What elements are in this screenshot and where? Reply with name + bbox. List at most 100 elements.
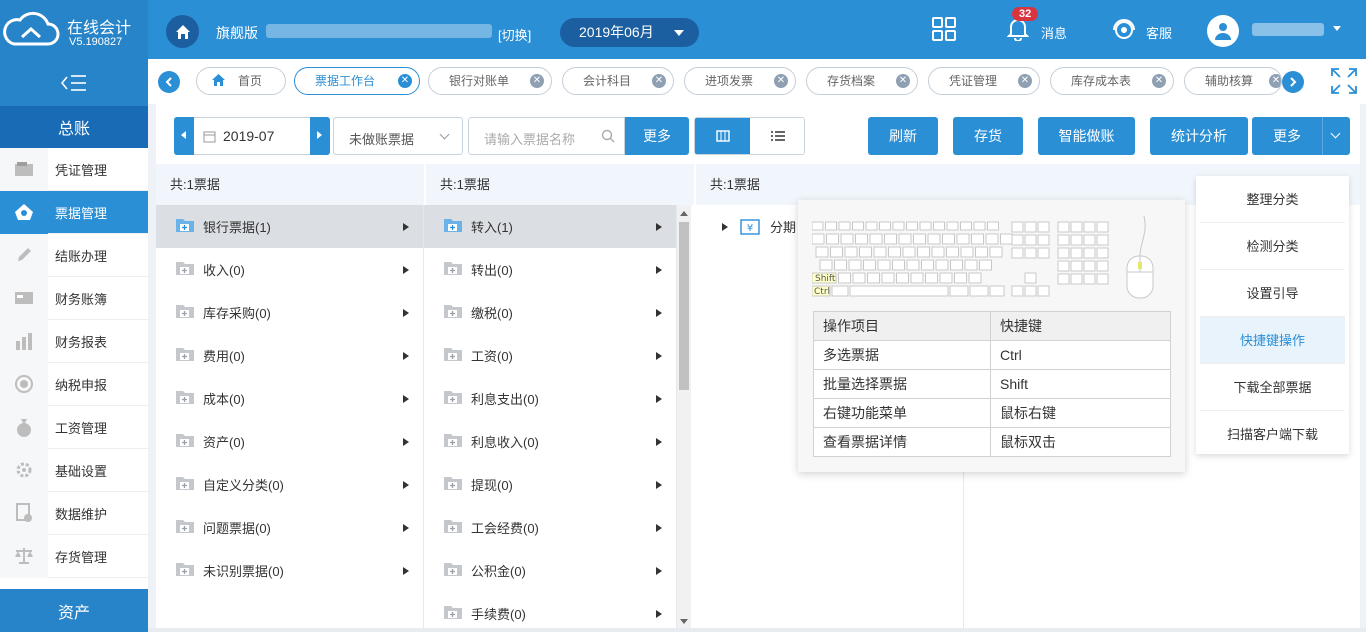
- tab-inventory-archive[interactable]: 存货档案 ✕: [806, 67, 918, 95]
- expand-arrow-icon[interactable]: [656, 438, 662, 446]
- sidebar-collapse-button[interactable]: [0, 59, 148, 106]
- category-item[interactable]: 提现(0): [424, 463, 676, 506]
- tab-auxiliary[interactable]: 辅助核算 ✕: [1184, 67, 1282, 95]
- expand-arrow-icon[interactable]: [656, 352, 662, 360]
- installment-tree-node[interactable]: ¥ 分期: [722, 217, 796, 236]
- category-item[interactable]: 利息支出(0): [424, 377, 676, 420]
- expand-arrow-icon[interactable]: [403, 567, 409, 575]
- menu-item-scan-client[interactable]: 扫描客户端下载: [1200, 411, 1345, 458]
- close-icon[interactable]: ✕: [1152, 74, 1166, 88]
- period-selector[interactable]: 2019年06月: [560, 18, 699, 47]
- category-item[interactable]: 缴税(0): [424, 291, 676, 334]
- expand-arrow-icon[interactable]: [403, 395, 409, 403]
- smart-bookkeeping-button[interactable]: 智能做账: [1038, 117, 1135, 155]
- category-item[interactable]: 问题票据(0): [156, 506, 423, 549]
- menu-item-download-all[interactable]: 下载全部票据: [1200, 364, 1345, 411]
- scroll-up-arrow-icon[interactable]: [680, 211, 688, 216]
- tab-voucher-management[interactable]: 凭证管理 ✕: [928, 67, 1040, 95]
- sidebar-item-settings[interactable]: 基础设置: [0, 448, 148, 492]
- sidebar-section-assets[interactable]: 资产: [0, 589, 148, 632]
- scroll-down-arrow-icon[interactable]: [680, 619, 688, 624]
- tab-accounts[interactable]: 会计科目 ✕: [562, 67, 674, 95]
- expand-arrow-icon[interactable]: [403, 266, 409, 274]
- user-menu-caret-icon[interactable]: [1333, 26, 1341, 31]
- category-item[interactable]: 未识别票据(0): [156, 549, 423, 592]
- sidebar-item-data[interactable]: 数据维护: [0, 491, 148, 535]
- close-icon[interactable]: ✕: [652, 74, 666, 88]
- close-icon[interactable]: ✕: [530, 74, 544, 88]
- sidebar-item-closing[interactable]: 结账办理: [0, 233, 148, 277]
- subcategory-scrollbar[interactable]: [677, 205, 691, 632]
- category-item[interactable]: 资产(0): [156, 420, 423, 463]
- more-actions-button[interactable]: 更多: [1252, 117, 1322, 155]
- expand-arrow-icon[interactable]: [403, 438, 409, 446]
- sidebar-item-bill[interactable]: 票据管理: [0, 190, 148, 234]
- sidebar-item-voucher[interactable]: 凭证管理: [0, 147, 148, 191]
- tab-bank-statement[interactable]: 银行对账单 ✕: [428, 67, 552, 95]
- bill-status-select[interactable]: 未做账票据: [333, 117, 463, 155]
- category-item[interactable]: 利息收入(0): [424, 420, 676, 463]
- scrollbar-thumb[interactable]: [679, 222, 689, 390]
- category-item[interactable]: 转出(0): [424, 248, 676, 291]
- tab-scroll-left-button[interactable]: [158, 71, 180, 93]
- tab-scroll-right-button[interactable]: [1282, 71, 1304, 93]
- expand-arrow-icon[interactable]: [656, 610, 662, 618]
- bill-search-input[interactable]: 请输入票据名称: [468, 117, 625, 155]
- category-item[interactable]: 库存采购(0): [156, 291, 423, 334]
- sidebar-item-report[interactable]: 财务报表: [0, 319, 148, 363]
- close-icon[interactable]: ✕: [896, 74, 910, 88]
- expand-arrow-icon[interactable]: [656, 524, 662, 532]
- search-more-button[interactable]: 更多: [625, 117, 689, 155]
- apps-grid-icon[interactable]: [932, 17, 956, 41]
- tab-inventory-cost[interactable]: 库存成本表 ✕: [1050, 67, 1174, 95]
- category-item[interactable]: 手续费(0): [424, 592, 676, 632]
- category-item[interactable]: 工会经费(0): [424, 506, 676, 549]
- category-item[interactable]: 工资(0): [424, 334, 676, 377]
- sidebar-item-inventory[interactable]: 存货管理: [0, 534, 148, 578]
- menu-item-shortcuts[interactable]: 快捷键操作: [1200, 317, 1345, 364]
- list-view-button[interactable]: [750, 118, 804, 154]
- tab-home[interactable]: 首页: [196, 67, 286, 95]
- menu-item-detect[interactable]: 检测分类: [1200, 223, 1345, 270]
- expand-arrow-icon[interactable]: [656, 266, 662, 274]
- category-item[interactable]: 公积金(0): [424, 549, 676, 592]
- sidebar-item-ledger[interactable]: 财务账簿: [0, 276, 148, 320]
- prev-month-button[interactable]: [174, 117, 194, 155]
- refresh-button[interactable]: 刷新: [868, 117, 938, 155]
- expand-arrow-icon[interactable]: [403, 524, 409, 532]
- messages-link[interactable]: 消息: [1041, 23, 1067, 42]
- sidebar-item-tax[interactable]: 纳税申报: [0, 362, 148, 406]
- fullscreen-icon[interactable]: [1330, 67, 1358, 95]
- category-item[interactable]: 收入(0): [156, 248, 423, 291]
- sidebar-section-general-ledger[interactable]: 总账: [0, 106, 148, 148]
- sidebar-item-salary[interactable]: 工资管理: [0, 405, 148, 449]
- expand-arrow-icon[interactable]: [656, 481, 662, 489]
- expand-arrow-icon[interactable]: [656, 395, 662, 403]
- more-actions-dropdown-toggle[interactable]: [1322, 117, 1350, 155]
- category-item[interactable]: 自定义分类(0): [156, 463, 423, 506]
- menu-item-organize[interactable]: 整理分类: [1200, 176, 1345, 223]
- close-icon[interactable]: ✕: [1018, 74, 1032, 88]
- expand-arrow-icon[interactable]: [656, 309, 662, 317]
- statistics-button[interactable]: 统计分析: [1150, 117, 1248, 155]
- date-picker[interactable]: 2019-07: [174, 117, 330, 155]
- close-icon[interactable]: ✕: [398, 74, 412, 88]
- tab-input-invoice[interactable]: 进项发票 ✕: [684, 67, 796, 95]
- customer-service-link[interactable]: 客服: [1146, 23, 1172, 42]
- user-avatar[interactable]: [1207, 15, 1239, 47]
- home-button[interactable]: [166, 15, 199, 48]
- app-logo[interactable]: 在线会计 V5.190827: [0, 0, 148, 59]
- expand-arrow-icon[interactable]: [403, 309, 409, 317]
- category-item[interactable]: 转入(1): [424, 205, 676, 248]
- next-month-button[interactable]: [310, 117, 330, 155]
- search-icon[interactable]: [601, 129, 615, 143]
- expand-arrow-icon[interactable]: [403, 481, 409, 489]
- expand-arrow-icon[interactable]: [722, 222, 728, 231]
- tab-bill-workbench[interactable]: 票据工作台 ✕: [294, 67, 420, 95]
- expand-arrow-icon[interactable]: [403, 223, 409, 231]
- close-icon[interactable]: ✕: [774, 74, 788, 88]
- expand-arrow-icon[interactable]: [403, 352, 409, 360]
- close-icon[interactable]: ✕: [1269, 74, 1281, 88]
- category-item[interactable]: 银行票据(1): [156, 205, 423, 248]
- switch-account-link[interactable]: [切换]: [498, 25, 531, 44]
